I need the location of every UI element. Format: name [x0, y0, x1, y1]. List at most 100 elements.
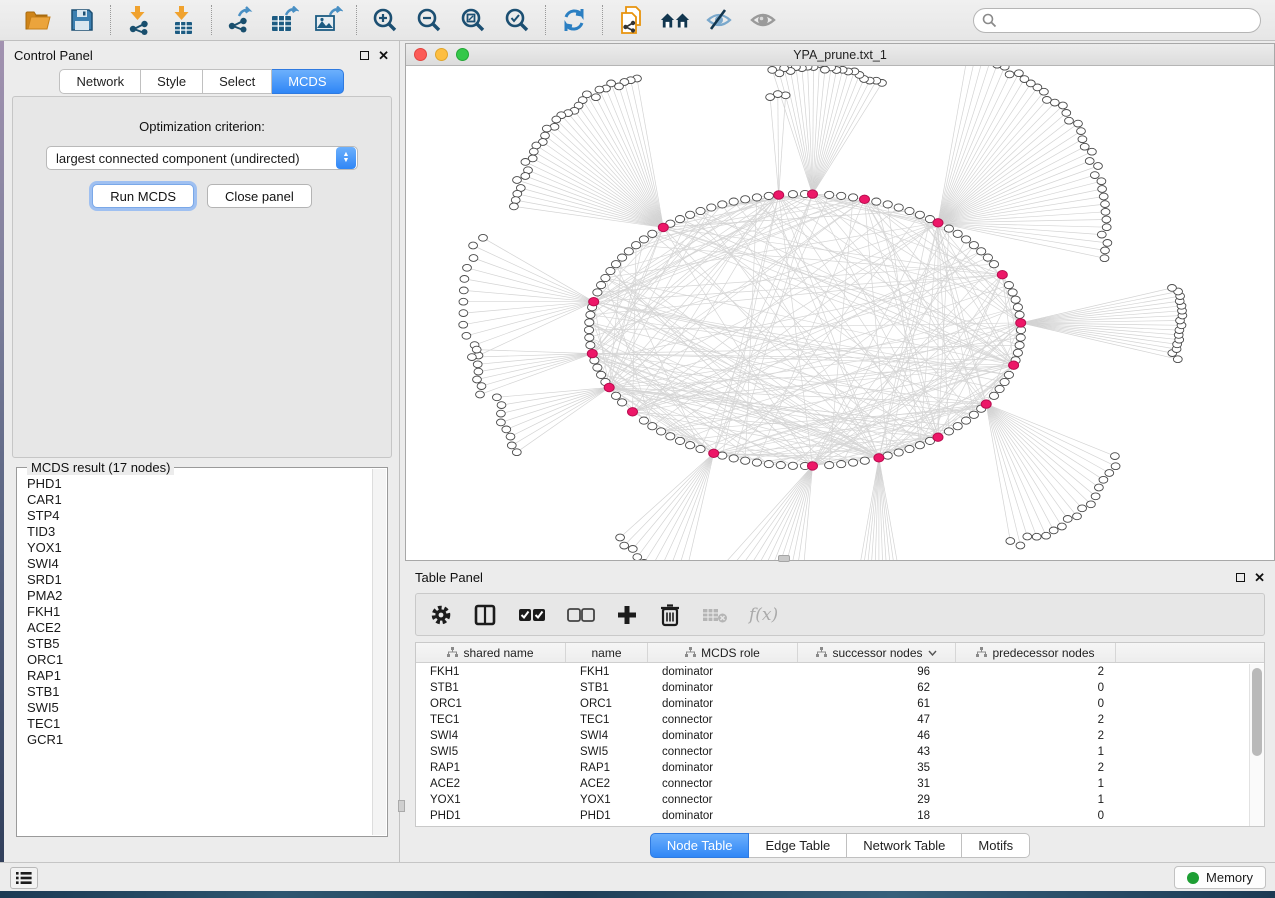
attribute-type-icon	[816, 647, 827, 658]
hide-selected-icon[interactable]	[704, 6, 734, 34]
table-row[interactable]: YOX1YOX1connector291	[416, 792, 1249, 808]
table-row[interactable]: SWI5SWI5connector431	[416, 744, 1249, 760]
list-item[interactable]: ACE2	[27, 620, 372, 636]
status-bar: Memory	[0, 862, 1275, 891]
run-mcds-button[interactable]: Run MCDS	[92, 184, 194, 208]
open-session-icon[interactable]	[23, 6, 53, 34]
table-row[interactable]: ORC1ORC1dominator610	[416, 696, 1249, 712]
unselect-all-icon[interactable]	[567, 607, 595, 623]
clone-network-icon[interactable]	[616, 6, 646, 34]
table-row[interactable]: ACE2ACE2connector311	[416, 776, 1249, 792]
task-history-button[interactable]	[10, 867, 38, 889]
column-header-shared-name[interactable]: shared name	[416, 643, 566, 662]
select-all-icon[interactable]	[518, 607, 546, 623]
tab-style[interactable]: Style	[141, 69, 203, 94]
list-item[interactable]: SWI5	[27, 700, 372, 716]
panel-splitter-handle[interactable]	[398, 800, 405, 812]
table-row[interactable]: RAP1RAP1dominator352	[416, 760, 1249, 776]
list-item[interactable]: TEC1	[27, 716, 372, 732]
close-panel-button[interactable]: Close panel	[207, 184, 312, 208]
table-scrollbar-thumb[interactable]	[1252, 668, 1262, 756]
float-panel-icon[interactable]	[360, 51, 369, 60]
tab-select[interactable]: Select	[203, 69, 272, 94]
tab-node-table[interactable]: Node Table	[650, 833, 750, 858]
optimization-criterion-label: Optimization criterion:	[13, 119, 391, 134]
tab-network-table[interactable]: Network Table	[847, 833, 962, 858]
table-row[interactable]: TEC1TEC1connector472	[416, 712, 1249, 728]
table-splitter-handle[interactable]	[778, 555, 790, 562]
tab-mcds[interactable]: MCDS	[272, 69, 343, 94]
tab-network[interactable]: Network	[59, 69, 141, 94]
network-window-title: YPA_prune.txt_1	[406, 48, 1274, 62]
tab-motifs[interactable]: Motifs	[962, 833, 1030, 858]
close-panel-icon[interactable]: ✕	[378, 49, 389, 62]
mcds-result-title: MCDS result (17 nodes)	[27, 460, 174, 475]
save-session-icon[interactable]	[67, 6, 97, 34]
memory-button[interactable]: Memory	[1174, 866, 1266, 889]
list-item[interactable]: TID3	[27, 524, 372, 540]
mcds-panel: Optimization criterion: largest connecte…	[12, 96, 392, 458]
attribute-type-icon	[685, 647, 696, 658]
table-tabs: Node TableEdge TableNetwork TableMotifs	[405, 833, 1275, 858]
mcds-result-group: MCDS result (17 nodes) PHD1CAR1STP4TID3Y…	[16, 467, 388, 837]
attribute-type-icon	[447, 647, 458, 658]
table-header-row: shared namenameMCDS rolesuccessor nodesp…	[416, 643, 1264, 663]
memory-status-icon	[1187, 872, 1199, 884]
table-options-icon[interactable]	[430, 604, 452, 626]
list-item[interactable]: YOX1	[27, 540, 372, 556]
show-columns-icon[interactable]	[473, 603, 497, 627]
network-canvas[interactable]	[406, 66, 1274, 560]
show-all-icon[interactable]	[748, 6, 778, 34]
table-row[interactable]: SWI4SWI4dominator462	[416, 728, 1249, 744]
zoom-in-icon[interactable]	[370, 6, 400, 34]
column-header-mcds-role[interactable]: MCDS role	[648, 643, 798, 662]
column-header-successor-nodes[interactable]: successor nodes	[798, 643, 956, 662]
zoom-out-icon[interactable]	[414, 6, 444, 34]
column-header-predecessor-nodes[interactable]: predecessor nodes	[956, 643, 1116, 662]
export-table-icon[interactable]	[269, 6, 299, 34]
table-row[interactable]: STB1STB1dominator620	[416, 680, 1249, 696]
refresh-view-icon[interactable]	[559, 6, 589, 34]
close-table-panel-icon[interactable]: ✕	[1254, 571, 1265, 584]
list-item[interactable]: STB1	[27, 684, 372, 700]
add-column-icon[interactable]	[616, 604, 638, 626]
list-item[interactable]: FKH1	[27, 604, 372, 620]
mcds-result-list[interactable]: PHD1CAR1STP4TID3YOX1SWI4SRD1PMA2FKH1ACE2…	[18, 476, 372, 835]
search-input[interactable]	[973, 8, 1261, 33]
desktop-background-bottom	[0, 891, 1275, 898]
node-table: shared namenameMCDS rolesuccessor nodesp…	[415, 642, 1265, 827]
float-table-panel-icon[interactable]	[1236, 573, 1245, 582]
control-panel-title: Control Panel	[14, 48, 93, 63]
list-item[interactable]: PHD1	[27, 476, 372, 492]
delete-column-icon[interactable]	[659, 603, 681, 627]
table-row[interactable]: PHD1PHD1dominator180	[416, 808, 1249, 824]
table-scrollbar[interactable]	[1249, 664, 1264, 826]
list-item[interactable]: SRD1	[27, 572, 372, 588]
import-network-icon[interactable]	[124, 6, 154, 34]
list-item[interactable]: SWI4	[27, 556, 372, 572]
first-neighbors-icon[interactable]	[660, 6, 690, 34]
list-item[interactable]: RAP1	[27, 668, 372, 684]
function-builder-icon: f(x)	[749, 605, 778, 625]
zoom-fit-icon[interactable]	[458, 6, 488, 34]
memory-label: Memory	[1206, 870, 1253, 885]
export-network-icon[interactable]	[225, 6, 255, 34]
list-item[interactable]: STB5	[27, 636, 372, 652]
table-panel-title: Table Panel	[415, 570, 483, 585]
list-item[interactable]: GCR1	[27, 732, 372, 748]
mcds-result-scrollbar[interactable]	[372, 469, 386, 835]
table-row[interactable]: FKH1FKH1dominator962	[416, 664, 1249, 680]
control-panel-tabs: NetworkStyleSelectMCDS	[4, 69, 399, 94]
column-header-name[interactable]: name	[566, 643, 648, 662]
import-table-icon[interactable]	[168, 6, 198, 34]
list-item[interactable]: CAR1	[27, 492, 372, 508]
export-image-icon[interactable]	[313, 6, 343, 34]
sort-desc-icon	[928, 650, 937, 656]
list-item[interactable]: ORC1	[27, 652, 372, 668]
tab-edge-table[interactable]: Edge Table	[749, 833, 847, 858]
optimization-criterion-select[interactable]: largest connected component (undirected)…	[46, 146, 358, 170]
zoom-selected-icon[interactable]	[502, 6, 532, 34]
network-window-titlebar[interactable]: YPA_prune.txt_1	[406, 44, 1274, 66]
list-item[interactable]: STP4	[27, 508, 372, 524]
list-item[interactable]: PMA2	[27, 588, 372, 604]
